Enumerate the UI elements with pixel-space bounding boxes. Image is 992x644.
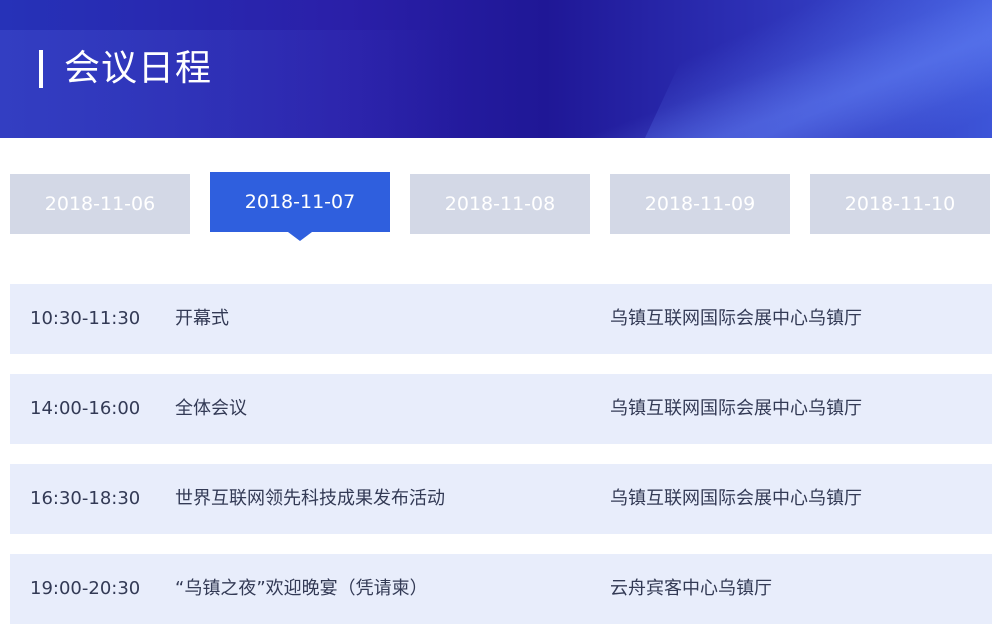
agenda-list: 10:30-11:30 开幕式 乌镇互联网国际会展中心乌镇厅 14:00-16:…: [10, 284, 992, 644]
session-venue: 云舟宾客中心乌镇厅: [610, 578, 772, 599]
session-venue: 乌镇互联网国际会展中心乌镇厅: [610, 398, 862, 419]
agenda-row: 16:30-18:30 世界互联网领先科技成果发布活动 乌镇互联网国际会展中心乌…: [10, 464, 992, 534]
tab-2018-11-08[interactable]: 2018-11-08: [410, 174, 590, 234]
agenda-row: 19:00-20:30 “乌镇之夜”欢迎晚宴（凭请柬） 云舟宾客中心乌镇厅: [10, 554, 992, 624]
tab-2018-11-06[interactable]: 2018-11-06: [10, 174, 190, 234]
header-banner: 会议日程: [0, 0, 992, 138]
session-title: “乌镇之夜”欢迎晚宴（凭请柬）: [175, 578, 428, 599]
title-accent-bar: [39, 50, 43, 88]
session-time: 10:30-11:30: [30, 308, 141, 329]
agenda-row: 14:00-16:00 全体会议 乌镇互联网国际会展中心乌镇厅: [10, 374, 992, 444]
agenda-row: 10:30-11:30 开幕式 乌镇互联网国际会展中心乌镇厅: [10, 284, 992, 354]
session-title: 开幕式: [175, 308, 229, 329]
tab-2018-11-07[interactable]: 2018-11-07: [210, 172, 390, 241]
date-tabs: 2018-11-06 2018-11-07 2018-11-08 2018-11…: [0, 172, 992, 252]
session-title: 全体会议: [175, 398, 247, 419]
session-venue: 乌镇互联网国际会展中心乌镇厅: [610, 488, 862, 509]
header-light-streak: [625, 0, 992, 138]
tab-2018-11-10[interactable]: 2018-11-10: [810, 174, 990, 234]
session-time: 16:30-18:30: [30, 488, 141, 509]
tab-label: 2018-11-07: [244, 191, 356, 213]
session-title: 世界互联网领先科技成果发布活动: [175, 488, 445, 509]
session-venue: 乌镇互联网国际会展中心乌镇厅: [610, 308, 862, 329]
page-title: 会议日程: [64, 48, 213, 89]
session-time: 14:00-16:00: [30, 398, 141, 419]
session-time: 19:00-20:30: [30, 578, 141, 599]
active-tab-pointer: [288, 232, 312, 241]
tab-2018-11-09[interactable]: 2018-11-09: [610, 174, 790, 234]
